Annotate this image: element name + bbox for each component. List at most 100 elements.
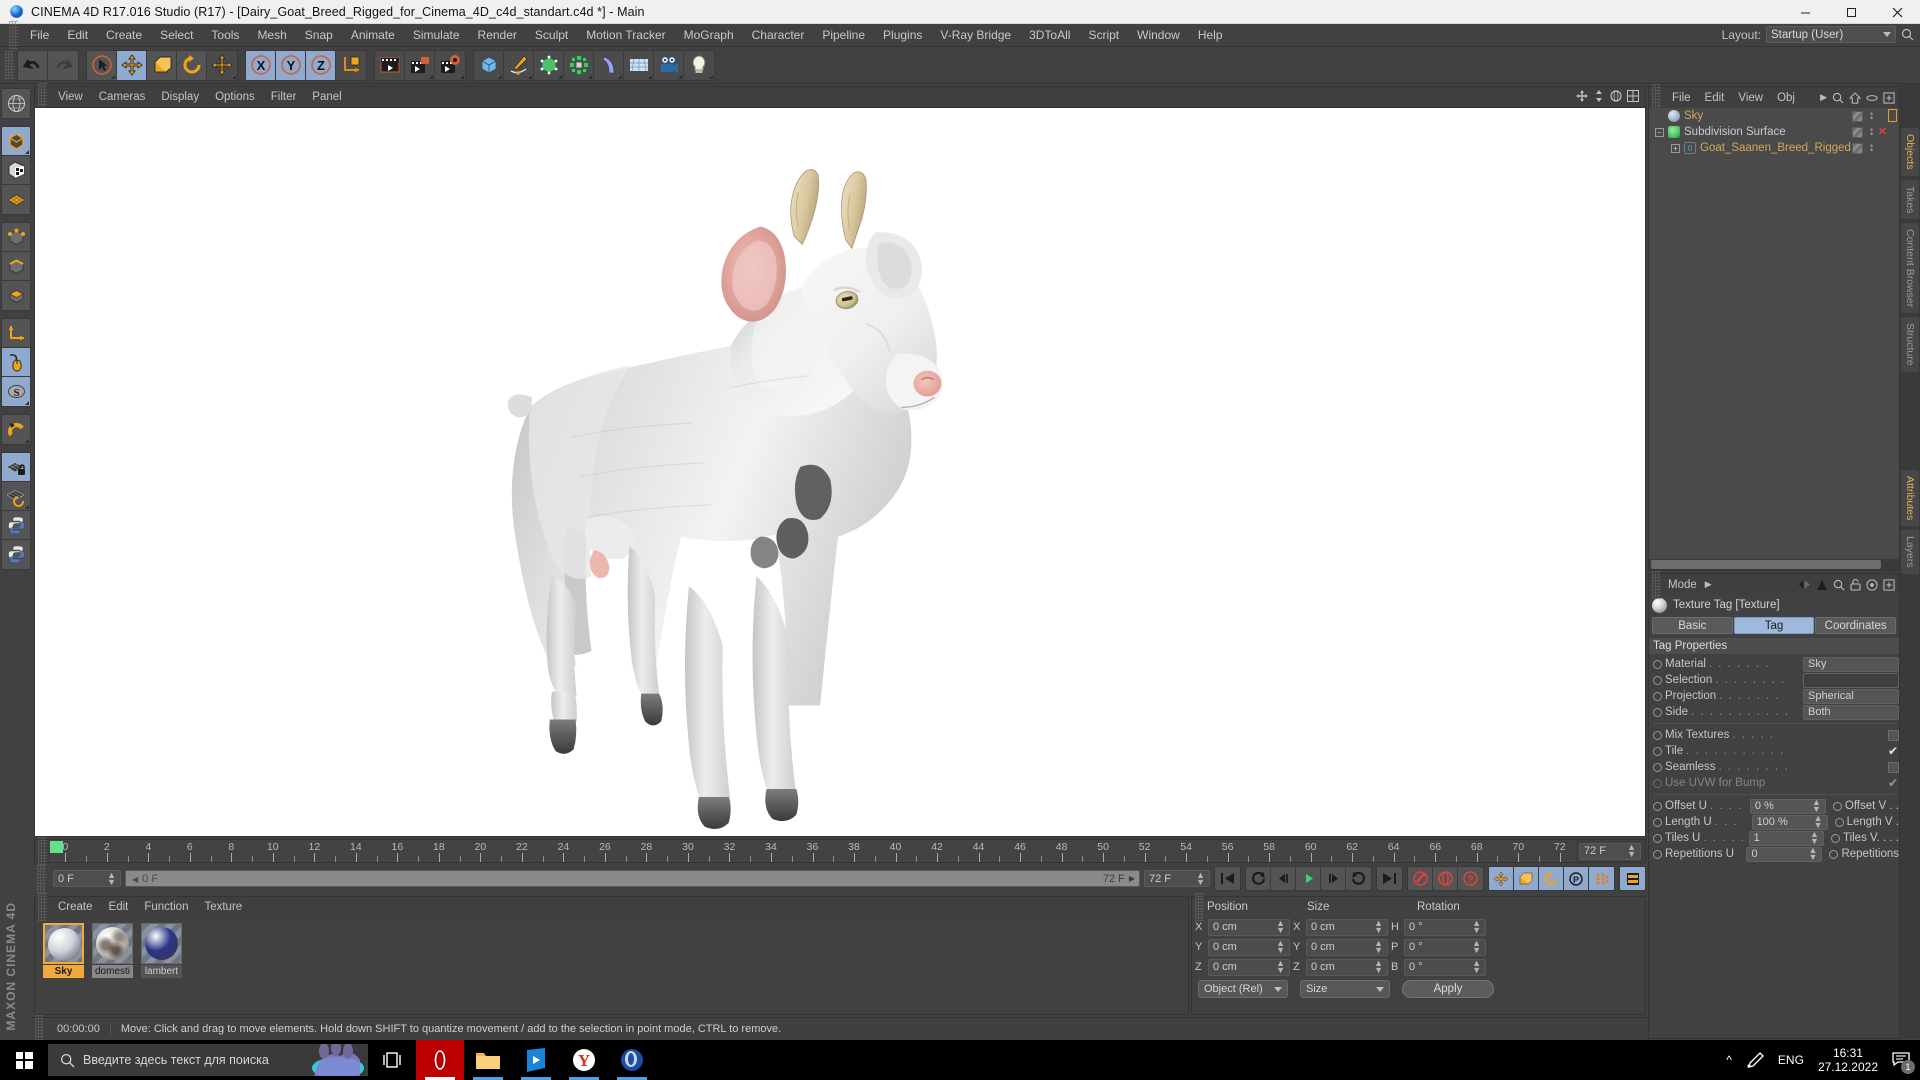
scale-tool[interactable] [147,50,177,80]
object-menu-obj[interactable]: Obj [1771,91,1801,105]
spinner-icon[interactable]: ▲ ▼ [1276,919,1285,935]
uv-field-repetitions-u[interactable]: 0 ▲ ▼ [1746,846,1823,862]
animate-track-icon[interactable] [1830,833,1840,843]
enable-axis-modification-button[interactable] [2,348,30,377]
viewport-3d[interactable] [34,107,1646,837]
attribute-mode-label[interactable]: Mode [1668,579,1697,591]
maximize-view-icon[interactable] [1627,90,1639,102]
zoom-view-icon[interactable] [1593,90,1605,102]
animate-track-icon[interactable] [1653,778,1662,788]
animate-track-icon[interactable] [1653,707,1662,717]
coordinate-mode-select[interactable]: Object (Rel) [1198,980,1288,998]
powerslider[interactable]: ◀ 0 F 72 F ▶ [125,870,1140,887]
uv-field-length-u[interactable]: 100 % ▲ ▼ [1751,814,1828,830]
scrollbar-thumb[interactable] [1651,560,1881,569]
side-tab-structure[interactable]: Structure [1901,317,1919,372]
model-mode-button[interactable] [2,127,30,156]
point-level-animation-button[interactable] [1589,867,1614,890]
taskbar-explorer-button[interactable] [464,1040,512,1080]
z-axis-lock-button[interactable]: Z [306,50,336,80]
minimize-button[interactable] [1782,0,1828,24]
spinner-icon[interactable]: ▲ ▼ [1374,919,1383,935]
spinner-icon[interactable]: ▲ ▼ [1276,959,1285,975]
notifications-button[interactable]: 1 [1892,1051,1915,1074]
soft-selection-button[interactable]: S [2,377,30,406]
menu-item-pipeline[interactable]: Pipeline [813,26,874,44]
spinner-icon[interactable]: ▲ ▼ [1810,830,1819,846]
side-tab-takes[interactable]: Takes [1901,179,1919,220]
add-spline-button[interactable] [504,50,534,80]
spinner-icon[interactable]: ▲ ▼ [1627,843,1636,859]
menu-item-3dtoall[interactable]: 3DToAll [1020,26,1079,44]
record-active-objects-button[interactable] [1408,867,1433,890]
python-script-button-2[interactable] [2,540,30,569]
new-panel-icon[interactable] [1883,91,1895,104]
magnet-snap-button[interactable] [2,415,30,444]
keyframe-selection-button[interactable]: ? [1458,867,1483,890]
menu-item-file[interactable]: File [21,26,58,44]
property-field-material[interactable]: Sky [1803,656,1899,672]
spinner-icon[interactable]: ▲ ▼ [1472,959,1481,975]
object-name[interactable]: Subdivision Surface [1684,126,1786,138]
object-menu-edit[interactable]: Edit [1699,91,1731,105]
visibility-dots[interactable]: • • [1870,110,1873,123]
rotation-key-button[interactable] [1539,867,1564,890]
animate-track-icon[interactable] [1653,817,1662,827]
menu-overflow-icon[interactable]: ▶ [1820,92,1827,103]
render-settings-button[interactable] [435,50,465,80]
rotate-tool[interactable] [177,50,207,80]
uv-field-tiles-u[interactable]: 1 ▲ ▼ [1748,830,1824,846]
object-name[interactable]: Sky [1684,110,1703,122]
add-light-button[interactable] [684,50,714,80]
animate-track-icon[interactable] [1653,746,1662,756]
object-row[interactable]: +0 Goat_Saanen_Breed_Rigged • • [1649,140,1899,156]
object-row[interactable]: − Subdivision Surface • • ✕ [1649,124,1899,140]
uv-field-offset-u[interactable]: 0 % ▲ ▼ [1749,798,1826,814]
menu-item-help[interactable]: Help [1189,26,1232,44]
material-menu-edit[interactable]: Edit [101,900,137,914]
add-environment-button[interactable] [624,50,654,80]
spinner-icon[interactable]: ▲ ▼ [1809,846,1818,862]
texture-mode-button[interactable] [2,156,30,185]
menu-item-edit[interactable]: Edit [58,26,97,44]
material-item[interactable]: lambert [141,923,182,978]
viewport-menu-display[interactable]: Display [153,90,207,104]
lock-workplane-button[interactable] [2,453,30,482]
menu-item-create[interactable]: Create [97,26,151,44]
axis-mode-button[interactable] [2,319,30,348]
object-name[interactable]: Goat_Saanen_Breed_Rigged [1700,142,1851,154]
material-item[interactable]: Sky [43,923,84,978]
viewport-menu-cameras[interactable]: Cameras [91,90,154,104]
end-frame-field[interactable]: 72 F ▲ ▼ [1144,870,1210,887]
checkbox-tile[interactable]: ✔ [1888,745,1899,757]
maximize-button[interactable] [1828,0,1874,24]
viewport-menu-panel[interactable]: Panel [304,90,349,104]
visibility-dots[interactable]: • • [1870,126,1873,139]
property-field-selection[interactable] [1803,672,1899,688]
pan-view-icon[interactable] [1576,90,1588,102]
menu-item-snap[interactable]: Snap [296,26,342,44]
timeline-view-button[interactable] [1620,867,1645,890]
spinner-icon[interactable]: ▲ ▼ [1472,939,1481,955]
go-to-next-frame-button[interactable] [1321,867,1346,890]
add-camera-button[interactable] [654,50,684,80]
selected-tag-marker[interactable] [1888,109,1897,122]
scale-key-button[interactable] [1514,867,1539,890]
go-to-start-button[interactable] [1215,867,1240,890]
material-menu-function[interactable]: Function [136,900,196,914]
object-menu-view[interactable]: View [1732,91,1769,105]
material-menu-create[interactable]: Create [50,900,101,914]
menu-item-window[interactable]: Window [1128,26,1189,44]
show-hidden-icons-button[interactable]: ^ [1726,1053,1732,1067]
live-selection-tool[interactable] [87,50,117,80]
menu-item-sculpt[interactable]: Sculpt [526,26,577,44]
size-z-field[interactable]: 0 cm ▲ ▼ [1306,958,1388,976]
menu-item-select[interactable]: Select [151,26,202,44]
render-view-button[interactable] [375,50,405,80]
attribute-tab-tag[interactable]: Tag [1733,617,1815,634]
material-menu-texture[interactable]: Texture [196,900,250,914]
target-icon[interactable] [1866,578,1878,591]
animate-track-icon[interactable] [1653,730,1662,740]
position-x-field[interactable]: 0 cm ▲ ▼ [1208,918,1290,936]
polygon-mode-button[interactable] [2,281,30,310]
